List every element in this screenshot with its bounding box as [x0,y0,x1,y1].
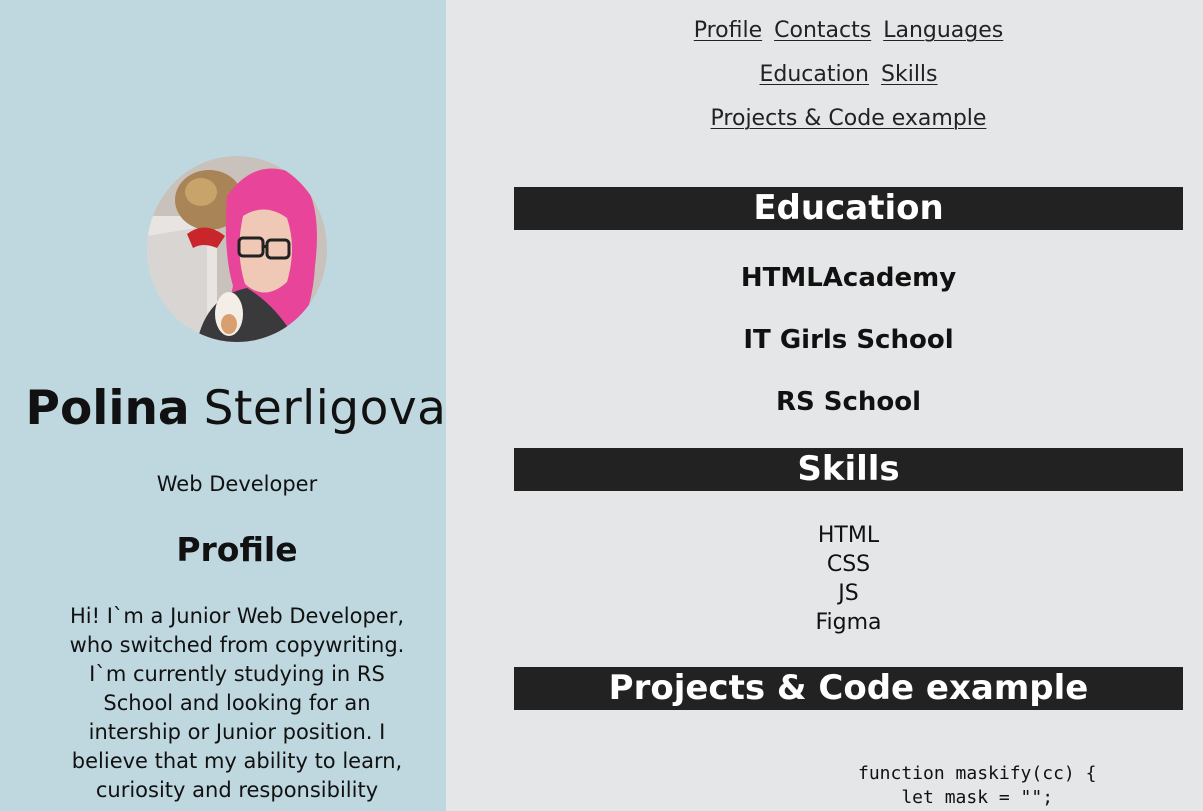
projects-heading: Projects & Code example [514,667,1183,710]
nav-row: Projects & Code example [514,104,1183,134]
skills-list: HTML CSS JS Figma [514,521,1183,637]
sidebar: Polina Sterligova Web Developer Profile H… [0,0,446,811]
education-heading: Education [514,187,1183,230]
education-item: RS School [775,387,922,417]
cv-page: Polina Sterligova Web Developer Profile H… [0,0,1203,811]
first-name: Polina [25,381,190,436]
nav-row: Education Skills [514,60,1183,90]
job-title: Web Developer [156,472,318,496]
code-line: let mask = ""; [858,787,1054,808]
nav-link-projects[interactable]: Projects & Code example [711,106,987,131]
nav-link-education[interactable]: Education [759,62,869,87]
avatar [147,156,327,342]
skill-item: JS [838,581,859,606]
skill-item: CSS [826,552,871,577]
code-example: function maskify(cc) { let mask = ""; [858,762,1096,810]
nav-link-contacts[interactable]: Contacts [774,18,871,43]
education-item: IT Girls School [743,325,954,355]
nav-row: Profile Contacts Languages [514,16,1183,46]
avatar-photo-icon [147,156,327,342]
person-name: Polina Sterligova [0,383,446,435]
nav-link-profile[interactable]: Profile [694,18,762,43]
education-item: HTMLAcademy [740,263,957,293]
nav-link-languages[interactable]: Languages [883,18,1003,43]
skill-item: Figma [815,610,882,635]
skill-item: HTML [817,523,880,548]
last-name: Sterligova [203,381,446,436]
main-content: Profile Contacts Languages Education Skills… [446,0,1203,811]
skills-heading: Skills [514,448,1183,491]
profile-heading: Profile [176,530,298,569]
code-line: function maskify(cc) { [858,763,1097,784]
profile-text: Hi! I`m a Junior Web Developer, who swit… [69,604,405,802]
nav-link-skills[interactable]: Skills [881,62,938,87]
